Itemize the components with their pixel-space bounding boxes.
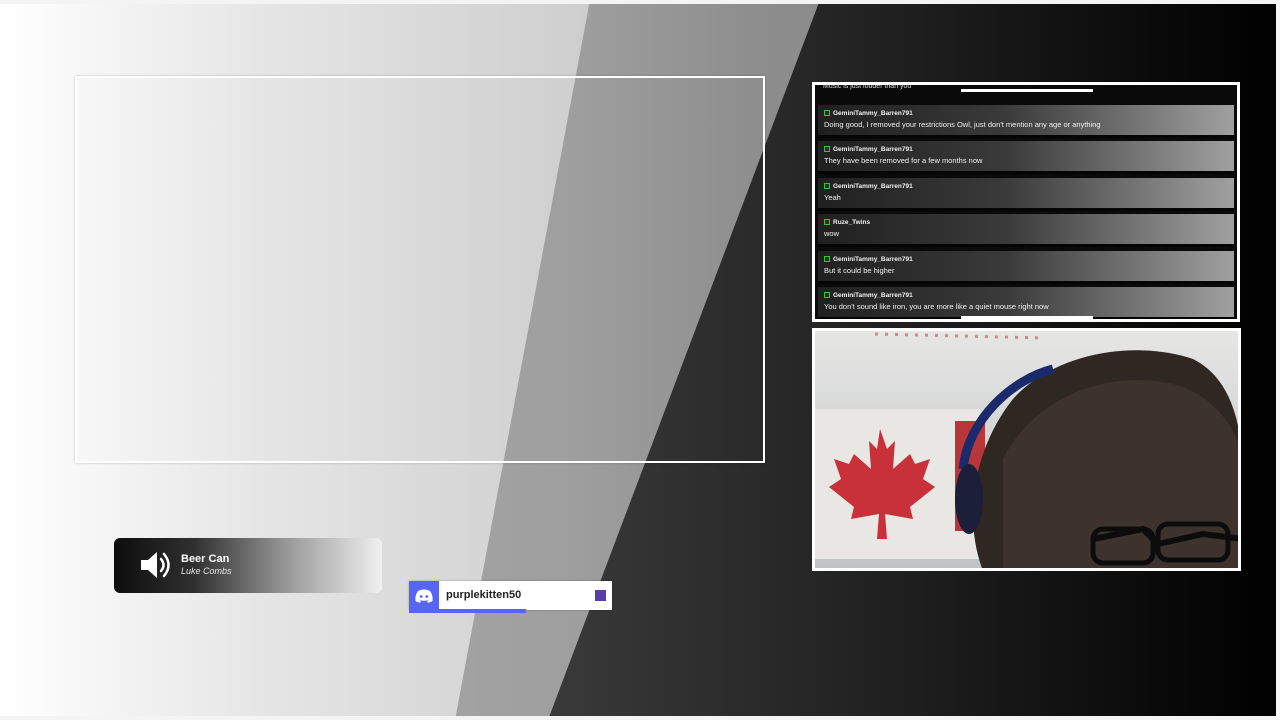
discord-widget: purplekitten50 <box>409 581 612 613</box>
chat-bottom-bar <box>961 316 1093 319</box>
song-artist: Luke Combs <box>181 566 232 576</box>
discord-username: purplekitten50 <box>446 589 522 601</box>
chat-message: GeminiTammy_Barren791 But it could be hi… <box>818 251 1234 284</box>
chat-message-cutoff: Music is just louder than you <box>823 83 912 90</box>
chat-message: GeminiTammy_Barren791 Yeah <box>818 178 1234 211</box>
discord-accent-bar <box>409 609 526 613</box>
chat-message-text: You don't sound like iron, you are more … <box>824 302 1049 311</box>
discord-status-square <box>595 590 606 601</box>
chat-message-text: Yeah <box>824 193 841 202</box>
chat-badge-icon <box>824 183 830 189</box>
chat-top-bar <box>961 89 1093 92</box>
chat-message-text: They have been removed for a few months … <box>824 156 983 165</box>
chat-badge-icon <box>824 256 830 262</box>
streamer-silhouette <box>955 350 1238 568</box>
chat-username: GeminiTammy_Barren791 <box>833 145 913 153</box>
discord-icon <box>415 589 433 603</box>
chat-badge-icon <box>824 219 830 225</box>
chat-badge-icon <box>824 292 830 298</box>
chat-username: Ruze_Twins <box>833 218 871 226</box>
chat-badge-icon <box>824 146 830 152</box>
chat-message-text: wow <box>824 229 840 238</box>
chat-message: GeminiTammy_Barren791 They have been rem… <box>818 141 1234 174</box>
chat-username: GeminiTammy_Barren791 <box>833 109 913 117</box>
discord-icon-box <box>409 581 439 610</box>
chat-panel: Music is just louder than you GeminiTamm… <box>812 82 1240 322</box>
song-title: Beer Can <box>181 553 230 565</box>
chat-username: GeminiTammy_Barren791 <box>833 182 913 190</box>
chat-message-text: But it could be higher <box>824 266 895 275</box>
chat-username: GeminiTammy_Barren791 <box>833 255 913 263</box>
game-capture-frame <box>75 76 765 463</box>
chat-message: GeminiTammy_Barren791 Doing good, I remo… <box>818 105 1234 138</box>
webcam-frame <box>812 328 1241 571</box>
chat-message-text: Doing good, I removed your restrictions … <box>824 120 1101 129</box>
chat-username: GeminiTammy_Barren791 <box>833 291 913 299</box>
now-playing-widget: Beer Can Luke Combs <box>114 538 382 593</box>
chat-message: Ruze_Twins wow <box>818 214 1234 247</box>
speaker-icon <box>141 552 170 578</box>
chat-badge-icon <box>824 110 830 116</box>
